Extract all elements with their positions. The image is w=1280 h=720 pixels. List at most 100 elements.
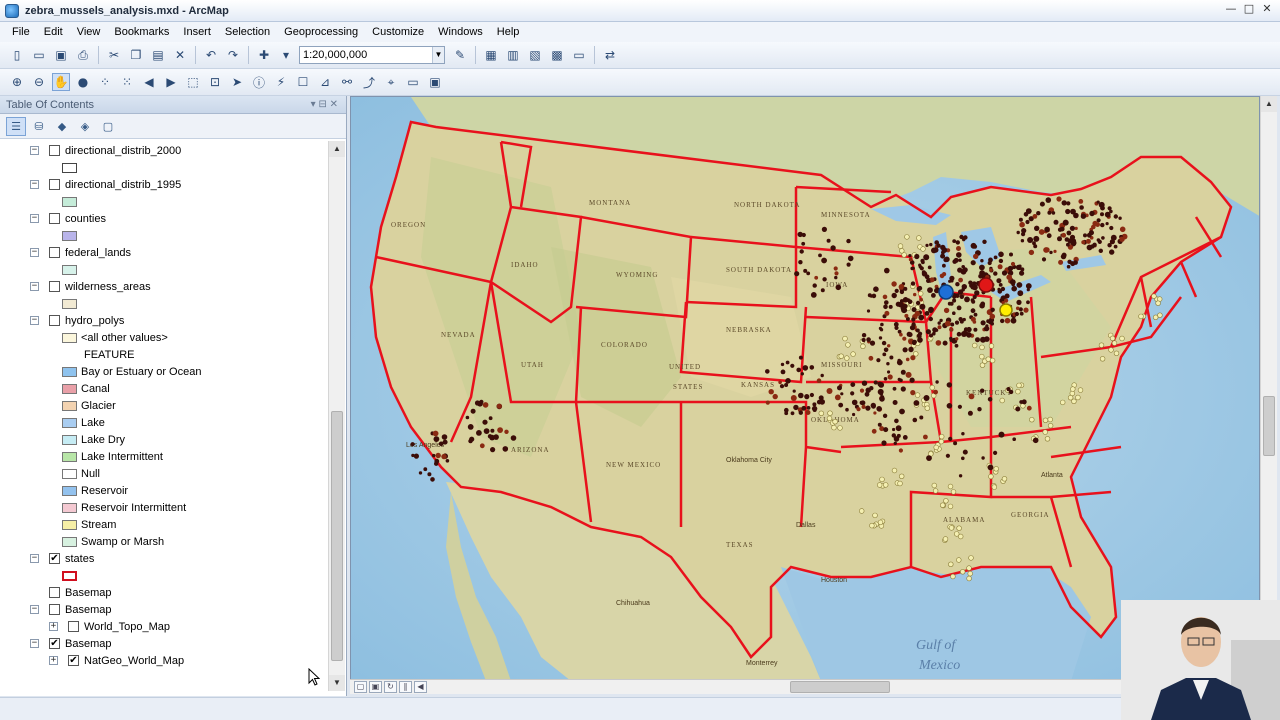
zoom-out-icon[interactable]: ⊖ — [30, 73, 48, 91]
layer-visibility-checkbox[interactable] — [49, 179, 60, 190]
redo-icon[interactable]: ↷ — [224, 46, 242, 64]
menu-help[interactable]: Help — [490, 26, 527, 38]
layer-row-world-topo[interactable]: + World_Topo_Map — [49, 618, 170, 635]
layer-row-states[interactable]: − ✔ states — [30, 550, 94, 567]
expand-icon[interactable]: + — [49, 622, 58, 631]
menu-view[interactable]: View — [70, 26, 108, 38]
scroll-left-arrow-icon[interactable]: ◀ — [414, 681, 427, 693]
layer-row[interactable]: − federal_lands — [30, 244, 131, 261]
model-builder-icon[interactable]: ⇄ — [601, 46, 619, 64]
open-folder-icon[interactable]: ▭ — [30, 46, 48, 64]
scroll-up-arrow-icon[interactable]: ▲ — [1261, 96, 1277, 112]
print-icon[interactable]: ⎙ — [74, 46, 92, 64]
map-vertical-scrollbar[interactable]: ▲ ▼ — [1260, 96, 1277, 680]
refresh-icon[interactable]: ↻ — [384, 681, 397, 693]
menu-bookmarks[interactable]: Bookmarks — [107, 26, 176, 38]
select-elements-arrow-icon[interactable]: ➤ — [228, 73, 246, 91]
find-binoculars-icon[interactable]: ⚯ — [338, 73, 356, 91]
list-by-source-icon[interactable]: ⛁ — [29, 117, 49, 136]
arctoolbox-icon[interactable]: ▩ — [548, 46, 566, 64]
layer-row[interactable]: − counties — [30, 210, 106, 227]
chevron-down-icon[interactable]: ▼ — [432, 47, 444, 63]
layer-row[interactable]: − wilderness_areas — [30, 278, 151, 295]
collapse-icon[interactable]: − — [30, 146, 39, 155]
layer-visibility-checkbox[interactable] — [49, 604, 60, 615]
minimize-button[interactable]: — — [1224, 2, 1238, 16]
collapse-icon[interactable]: − — [30, 316, 39, 325]
delete-icon[interactable]: ✕ — [171, 46, 189, 64]
pause-drawing-icon[interactable]: ∥ — [399, 681, 412, 693]
layer-row-basemap[interactable]: Basemap — [49, 584, 111, 601]
viewer-window-icon[interactable]: ▣ — [426, 73, 444, 91]
layer-row[interactable]: − directional_distrib_2000 — [30, 142, 181, 159]
menu-file[interactable]: File — [0, 26, 37, 38]
menu-selection[interactable]: Selection — [218, 26, 277, 38]
save-icon[interactable]: ▣ — [52, 46, 70, 64]
layer-row-natgeo[interactable]: + ✔ NatGeo_World_Map — [49, 652, 184, 669]
layer-row-basemap[interactable]: − Basemap — [30, 601, 111, 618]
new-document-icon[interactable]: ▯ — [8, 46, 26, 64]
collapse-icon[interactable]: − — [30, 554, 39, 563]
toc-vertical-scrollbar[interactable]: ▲ ▼ — [328, 141, 345, 691]
layout-view-icon[interactable]: ▣ — [369, 681, 382, 693]
cut-icon[interactable]: ✂ — [105, 46, 123, 64]
layer-row[interactable]: − hydro_polys — [30, 312, 124, 329]
time-slider-icon[interactable]: ▭ — [404, 73, 422, 91]
toc-header-controls[interactable]: ▾ ⊟ ✕ — [311, 99, 338, 110]
layer-visibility-checkbox[interactable] — [49, 281, 60, 292]
data-view-icon[interactable]: ▢ — [354, 681, 367, 693]
undo-icon[interactable]: ↶ — [202, 46, 220, 64]
maximize-button[interactable]: □ — [1242, 2, 1256, 16]
menu-geoprocessing[interactable]: Geoprocessing — [277, 26, 365, 38]
collapse-icon[interactable]: − — [30, 605, 39, 614]
collapse-icon[interactable]: − — [30, 248, 39, 257]
add-data-dropdown-icon[interactable]: ▾ — [277, 46, 295, 64]
map-canvas[interactable]: Gulf of Mexico UNITED STATES MONTANA NOR… — [351, 97, 1260, 680]
hyperlink-icon[interactable]: ⚡ — [272, 73, 290, 91]
find-route-icon[interactable]: ⤴ — [360, 73, 378, 91]
list-by-visibility-icon[interactable]: ◆ — [52, 117, 72, 136]
catalog-window-icon[interactable]: ▥ — [504, 46, 522, 64]
full-extent-globe-icon[interactable]: ● — [74, 73, 92, 91]
python-window-icon[interactable]: ▭ — [570, 46, 588, 64]
copy-icon[interactable]: ❐ — [127, 46, 145, 64]
list-by-drawing-order-icon[interactable]: ☰ — [6, 116, 26, 136]
mean-center-red-marker[interactable] — [978, 277, 994, 293]
forward-arrow-icon[interactable]: ▶ — [162, 73, 180, 91]
map-scale-dropdown[interactable]: 1:20,000,000 ▼ — [299, 46, 445, 64]
editor-toolbar-icon[interactable]: ✎ — [451, 46, 469, 64]
layer-row-basemap[interactable]: − ✔ Basemap — [30, 635, 111, 652]
layer-visibility-checkbox[interactable] — [49, 145, 60, 156]
search-window-icon[interactable]: ▧ — [526, 46, 544, 64]
paste-icon[interactable]: ▤ — [149, 46, 167, 64]
back-arrow-icon[interactable]: ◀ — [140, 73, 158, 91]
layer-visibility-checkbox[interactable]: ✔ — [49, 638, 60, 649]
menu-insert[interactable]: Insert — [176, 26, 218, 38]
close-button[interactable]: ✕ — [1260, 2, 1274, 16]
table-of-contents-window-icon[interactable]: ▦ — [482, 46, 500, 64]
expand-icon[interactable]: + — [49, 656, 58, 665]
mean-center-blue-marker[interactable] — [938, 284, 954, 300]
select-features-icon[interactable]: ⬚ — [184, 73, 202, 91]
collapse-icon[interactable]: − — [30, 180, 39, 189]
go-to-xy-icon[interactable]: ⌖ — [382, 73, 400, 91]
pan-hand-icon[interactable]: ✋ — [52, 73, 70, 91]
mean-center-yellow-marker[interactable] — [999, 303, 1013, 317]
collapse-icon[interactable]: − — [30, 639, 39, 648]
clear-selection-icon[interactable]: ⊡ — [206, 73, 224, 91]
menu-windows[interactable]: Windows — [431, 26, 490, 38]
identify-icon[interactable]: ⓘ — [250, 73, 268, 91]
add-data-icon[interactable]: ✚ — [255, 46, 273, 64]
menu-customize[interactable]: Customize — [365, 26, 431, 38]
list-by-selection-icon[interactable]: ◈ — [75, 117, 95, 136]
fixed-zoom-in-icon[interactable]: ⁘ — [96, 73, 114, 91]
layer-visibility-checkbox[interactable] — [68, 621, 79, 632]
zoom-in-icon[interactable]: ⊕ — [8, 73, 26, 91]
menu-edit[interactable]: Edit — [37, 26, 70, 38]
fixed-zoom-out-icon[interactable]: ⁙ — [118, 73, 136, 91]
scroll-up-arrow-icon[interactable]: ▲ — [329, 141, 345, 157]
layer-row[interactable]: − directional_distrib_1995 — [30, 176, 181, 193]
layer-visibility-checkbox[interactable] — [49, 247, 60, 258]
layer-visibility-checkbox[interactable]: ✔ — [68, 655, 79, 666]
html-popup-icon[interactable]: ☐ — [294, 73, 312, 91]
